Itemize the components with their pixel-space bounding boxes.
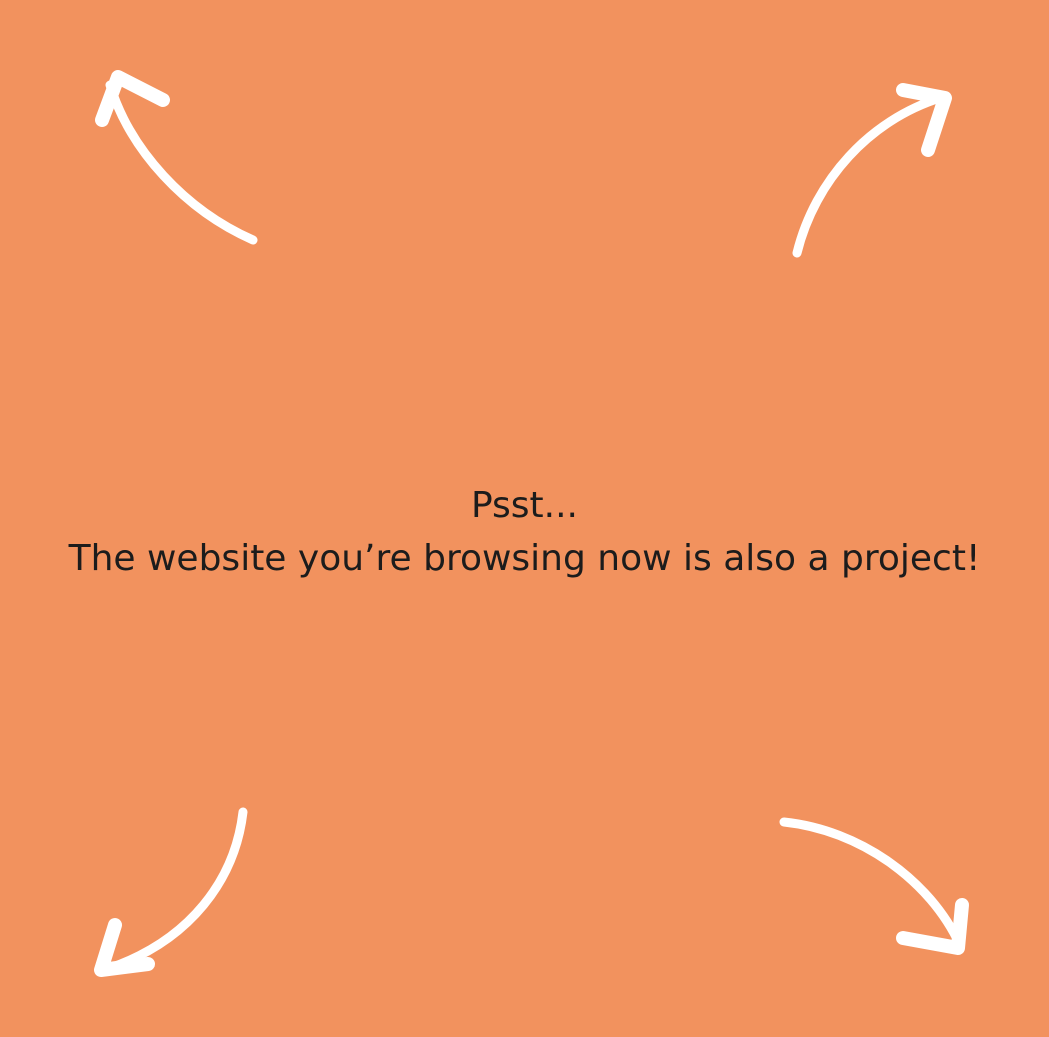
message-line-2: The website you’re browsing now is also … [68,538,981,579]
promo-message: Psst... The website you’re browsing now … [0,479,1049,585]
page-canvas: Psst... The website you’re browsing now … [0,0,1049,1037]
message-line-1: Psst... [470,485,579,526]
